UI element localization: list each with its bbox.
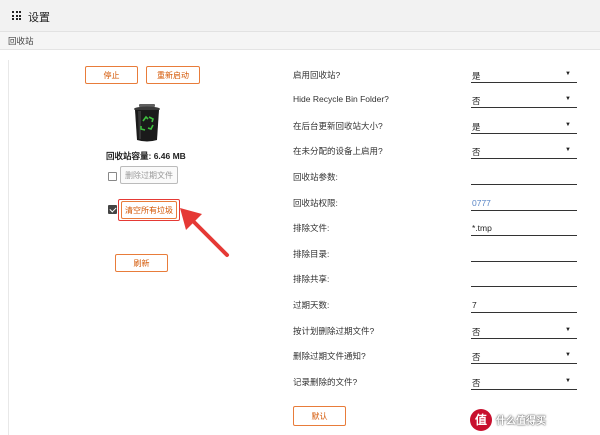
setting-label: 回收站参数:	[293, 172, 338, 182]
setting-select[interactable]: 否 ▼	[471, 373, 577, 390]
section-header: 回收站	[0, 32, 600, 50]
arrow-icon	[180, 208, 229, 257]
setting-value: 否	[472, 378, 481, 388]
watermark-logo: 值	[470, 408, 492, 431]
usage-label: 回收站容量: 6.46 MB	[106, 151, 186, 161]
setting-input[interactable]	[471, 270, 577, 287]
title-bar: 设置	[0, 0, 600, 32]
setting-row: 排除共享:	[293, 267, 583, 291]
setting-value: 否	[472, 352, 481, 362]
setting-select[interactable]: 是 ▼	[471, 66, 577, 83]
setting-value: 7	[472, 300, 477, 310]
setting-value: 否	[472, 327, 481, 337]
setting-row: 排除目录:	[293, 242, 583, 266]
setting-input[interactable]	[471, 168, 577, 185]
setting-row: 删除过期文件通知? 否 ▼	[293, 344, 583, 368]
caret-down-icon: ▼	[565, 378, 571, 384]
setting-value: *.tmp	[472, 223, 492, 233]
setting-row: 启用回收站? 是 ▼	[293, 63, 583, 87]
setting-value: 是	[472, 122, 481, 132]
caret-down-icon: ▼	[565, 96, 571, 102]
setting-row: 过期天数: 7	[293, 293, 583, 317]
empty-all-checkbox[interactable]	[108, 205, 117, 214]
watermark: 值 什么值得买	[470, 404, 600, 435]
setting-label: 回收站权限:	[293, 198, 338, 208]
delete-expired-button[interactable]: 删除过期文件	[120, 166, 178, 184]
setting-select[interactable]: 否 ▼	[471, 322, 577, 339]
setting-value: 0777	[472, 198, 491, 208]
setting-label: 过期天数:	[293, 300, 330, 310]
setting-row: 按计划删除过期文件? 否 ▼	[293, 319, 583, 343]
stop-button[interactable]: 停止	[85, 66, 138, 84]
caret-down-icon: ▼	[565, 352, 571, 358]
setting-label: 排除文件:	[293, 223, 330, 233]
setting-label: 按计划删除过期文件?	[293, 326, 375, 336]
setting-row: 回收站权限: 0777	[293, 191, 583, 215]
section-title: 回收站	[8, 36, 34, 46]
caret-down-icon: ▼	[565, 122, 571, 128]
setting-row: 回收站参数:	[293, 165, 583, 189]
caret-down-icon: ▼	[565, 71, 571, 77]
restart-button[interactable]: 重新启动	[146, 66, 200, 84]
setting-label: Hide Recycle Bin Folder?	[293, 94, 389, 104]
highlight-box	[118, 199, 180, 221]
setting-label: 启用回收站?	[293, 70, 341, 80]
setting-label: 删除过期文件通知?	[293, 351, 366, 361]
setting-row: 记录删除的文件? 否 ▼	[293, 370, 583, 394]
watermark-text: 什么值得买	[496, 416, 546, 427]
setting-value: 否	[472, 147, 481, 157]
setting-select[interactable]: 是 ▼	[471, 117, 577, 134]
setting-input[interactable]	[471, 245, 577, 262]
refresh-button[interactable]: 刷新	[115, 254, 168, 272]
default-button[interactable]: 默认	[293, 406, 346, 426]
setting-input[interactable]: 0777	[471, 194, 577, 211]
delete-expired-checkbox[interactable]	[108, 172, 117, 181]
setting-row: 在后台更新回收站大小? 是 ▼	[293, 114, 583, 138]
setting-label: 记录删除的文件?	[293, 377, 358, 387]
setting-input[interactable]: *.tmp	[471, 219, 577, 236]
panel-divider	[8, 60, 9, 435]
setting-select[interactable]: 否 ▼	[471, 91, 577, 108]
setting-row: Hide Recycle Bin Folder? 否 ▼	[293, 88, 583, 112]
menu-grid-icon[interactable]	[12, 11, 21, 20]
setting-value: 否	[472, 96, 481, 106]
setting-label: 在后台更新回收站大小?	[293, 121, 383, 131]
setting-value: 是	[472, 71, 481, 81]
setting-select[interactable]: 否 ▼	[471, 347, 577, 364]
setting-label: 在未分配的设备上启用?	[293, 146, 383, 156]
caret-down-icon: ▼	[565, 327, 571, 333]
setting-select[interactable]: 否 ▼	[471, 142, 577, 159]
page-title: 设置	[28, 12, 50, 24]
setting-row: 排除文件: *.tmp	[293, 216, 583, 240]
setting-label: 排除目录:	[293, 249, 330, 259]
setting-input[interactable]: 7	[471, 296, 577, 313]
caret-down-icon: ▼	[565, 147, 571, 153]
setting-label: 排除共享:	[293, 274, 330, 284]
trash-bin-icon	[134, 104, 160, 142]
setting-row: 在未分配的设备上启用? 否 ▼	[293, 139, 583, 163]
